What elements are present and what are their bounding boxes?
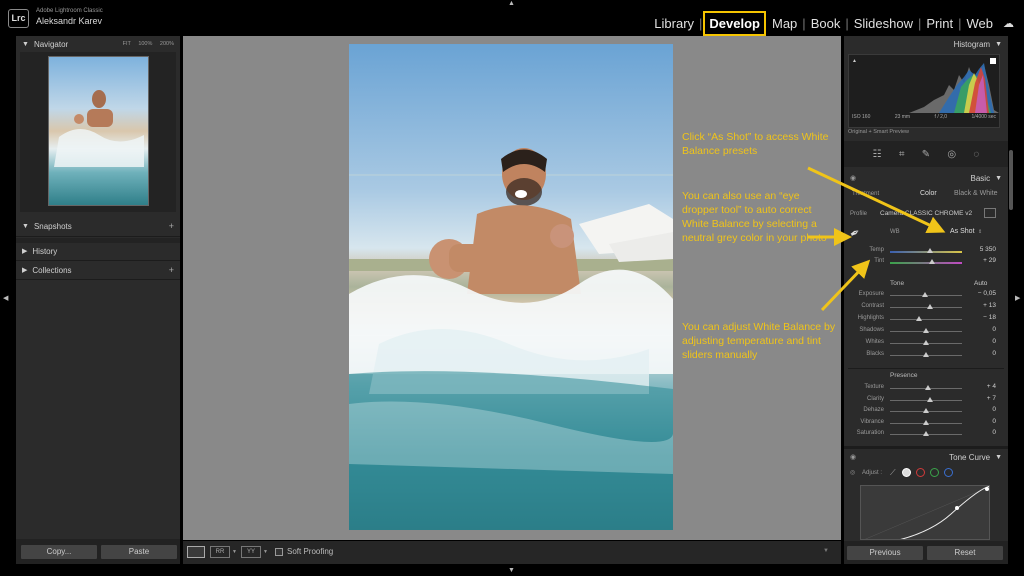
arrow-to-as-shot <box>807 166 946 234</box>
arrow-to-temp-tint <box>820 259 871 312</box>
annotation-arrows <box>807 166 946 312</box>
